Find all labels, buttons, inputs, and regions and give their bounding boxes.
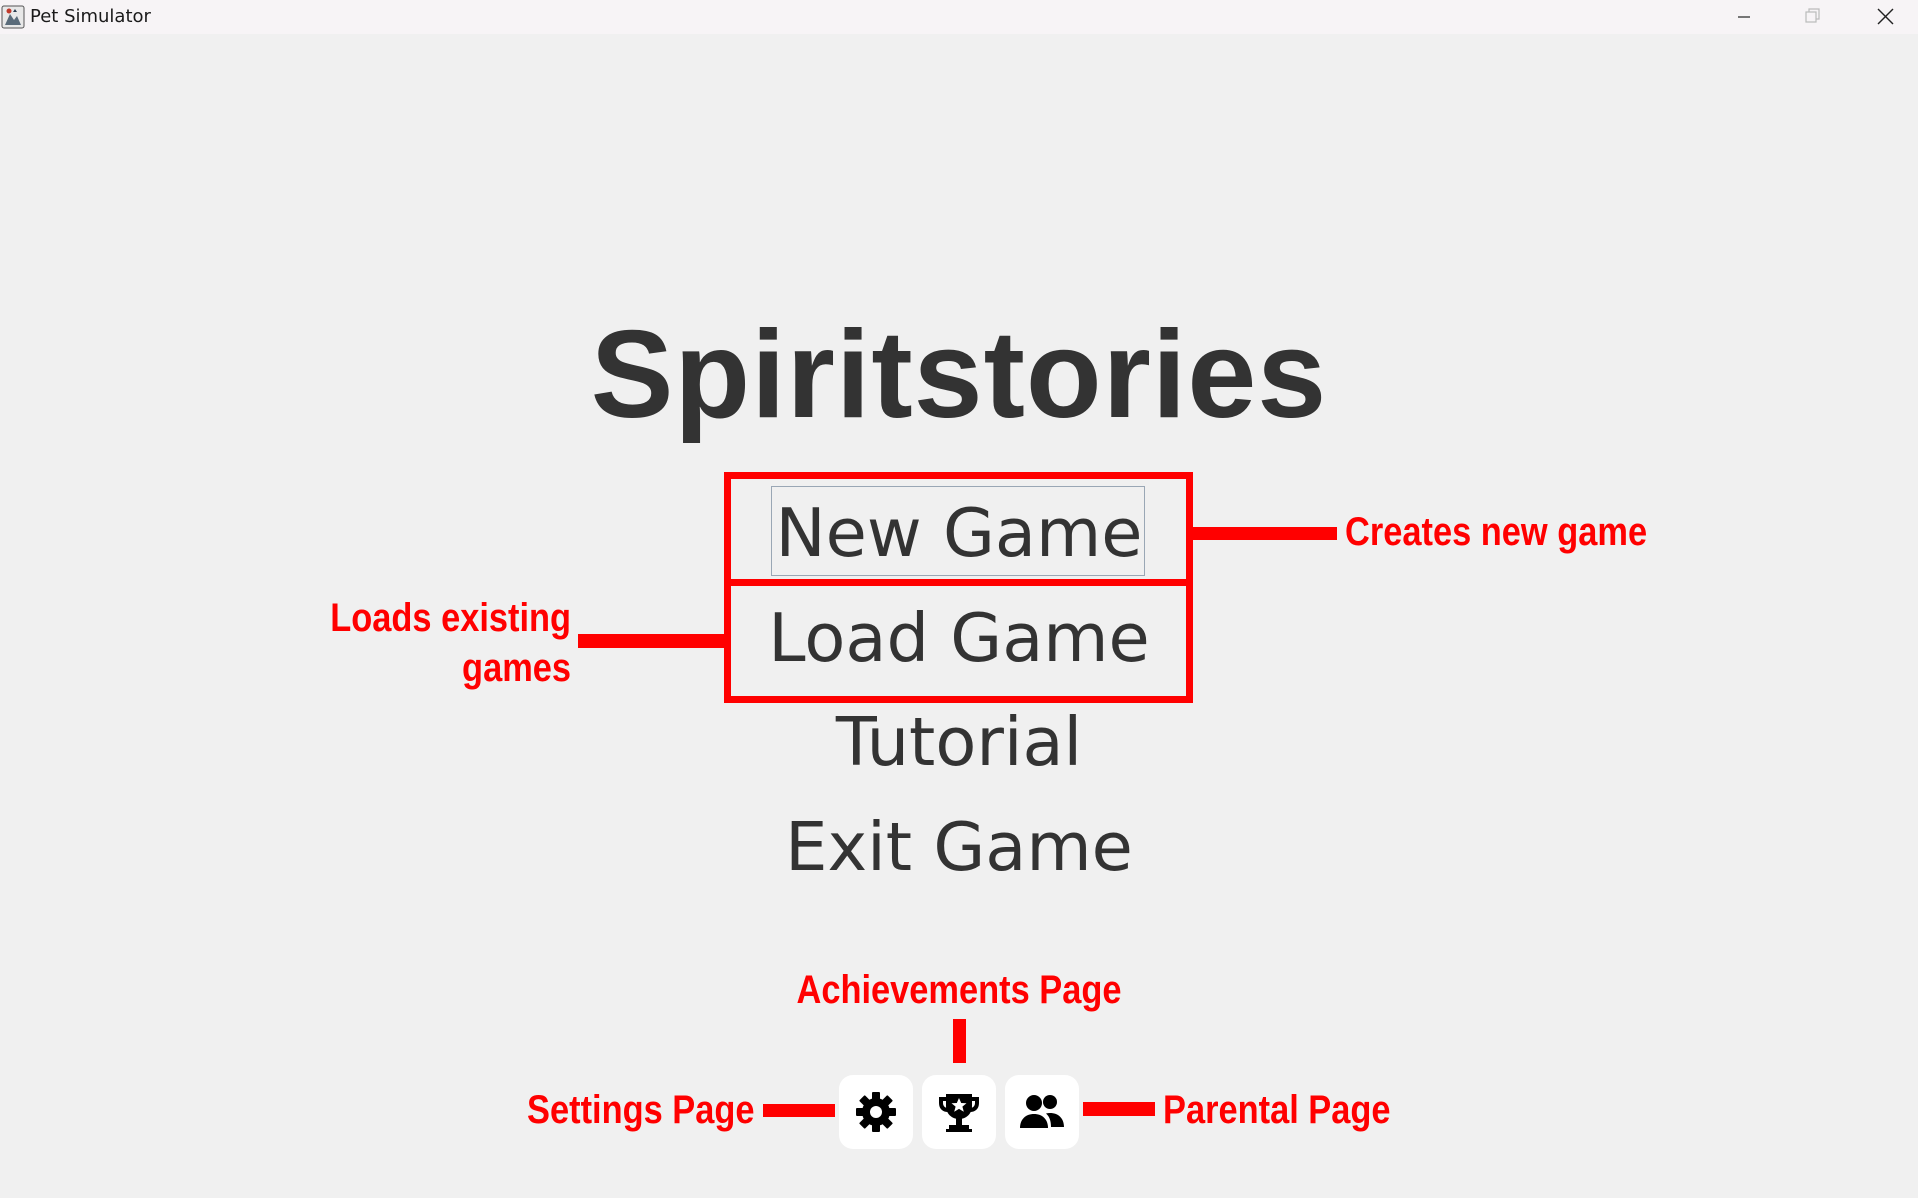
loads-existing-games-annotation: Loads existing games xyxy=(330,593,571,693)
maximize-button[interactable] xyxy=(1778,0,1846,34)
parental-button[interactable] xyxy=(1005,1075,1079,1149)
load-game-annotation-connector xyxy=(578,634,724,648)
parental-page-annotation: Parental Page xyxy=(1163,1088,1391,1132)
close-button[interactable] xyxy=(1850,0,1918,34)
gear-icon xyxy=(856,1092,896,1132)
annotation-line: games xyxy=(461,646,571,690)
achievements-annotation-connector xyxy=(953,1019,966,1063)
close-icon xyxy=(1877,8,1894,25)
game-title: Spiritstories xyxy=(590,306,1328,444)
trophy-icon xyxy=(939,1094,979,1132)
parental-annotation-connector xyxy=(1083,1102,1155,1116)
settings-button[interactable] xyxy=(839,1075,913,1149)
annotation-line: Loads existing xyxy=(330,596,571,640)
settings-annotation-connector xyxy=(763,1104,835,1117)
exit-game-button[interactable]: Exit Game xyxy=(0,807,1918,887)
minimize-button[interactable] xyxy=(1710,0,1778,34)
minimize-icon xyxy=(1738,16,1750,18)
restore-icon xyxy=(1805,8,1820,23)
load-game-highlight-box xyxy=(724,579,1193,703)
achievements-button[interactable] xyxy=(922,1075,996,1149)
tutorial-button[interactable]: Tutorial xyxy=(0,702,1918,782)
new-game-highlight-box xyxy=(724,472,1193,586)
creates-new-game-annotation: Creates new game xyxy=(1345,510,1648,554)
achievements-page-annotation: Achievements Page xyxy=(796,968,1122,1012)
window-title: Pet Simulator xyxy=(30,6,151,27)
settings-page-annotation: Settings Page xyxy=(527,1088,755,1132)
window-titlebar: Pet Simulator xyxy=(0,0,1918,34)
app-icon xyxy=(1,5,25,29)
people-icon xyxy=(1020,1095,1064,1128)
new-game-annotation-connector xyxy=(1192,527,1337,540)
